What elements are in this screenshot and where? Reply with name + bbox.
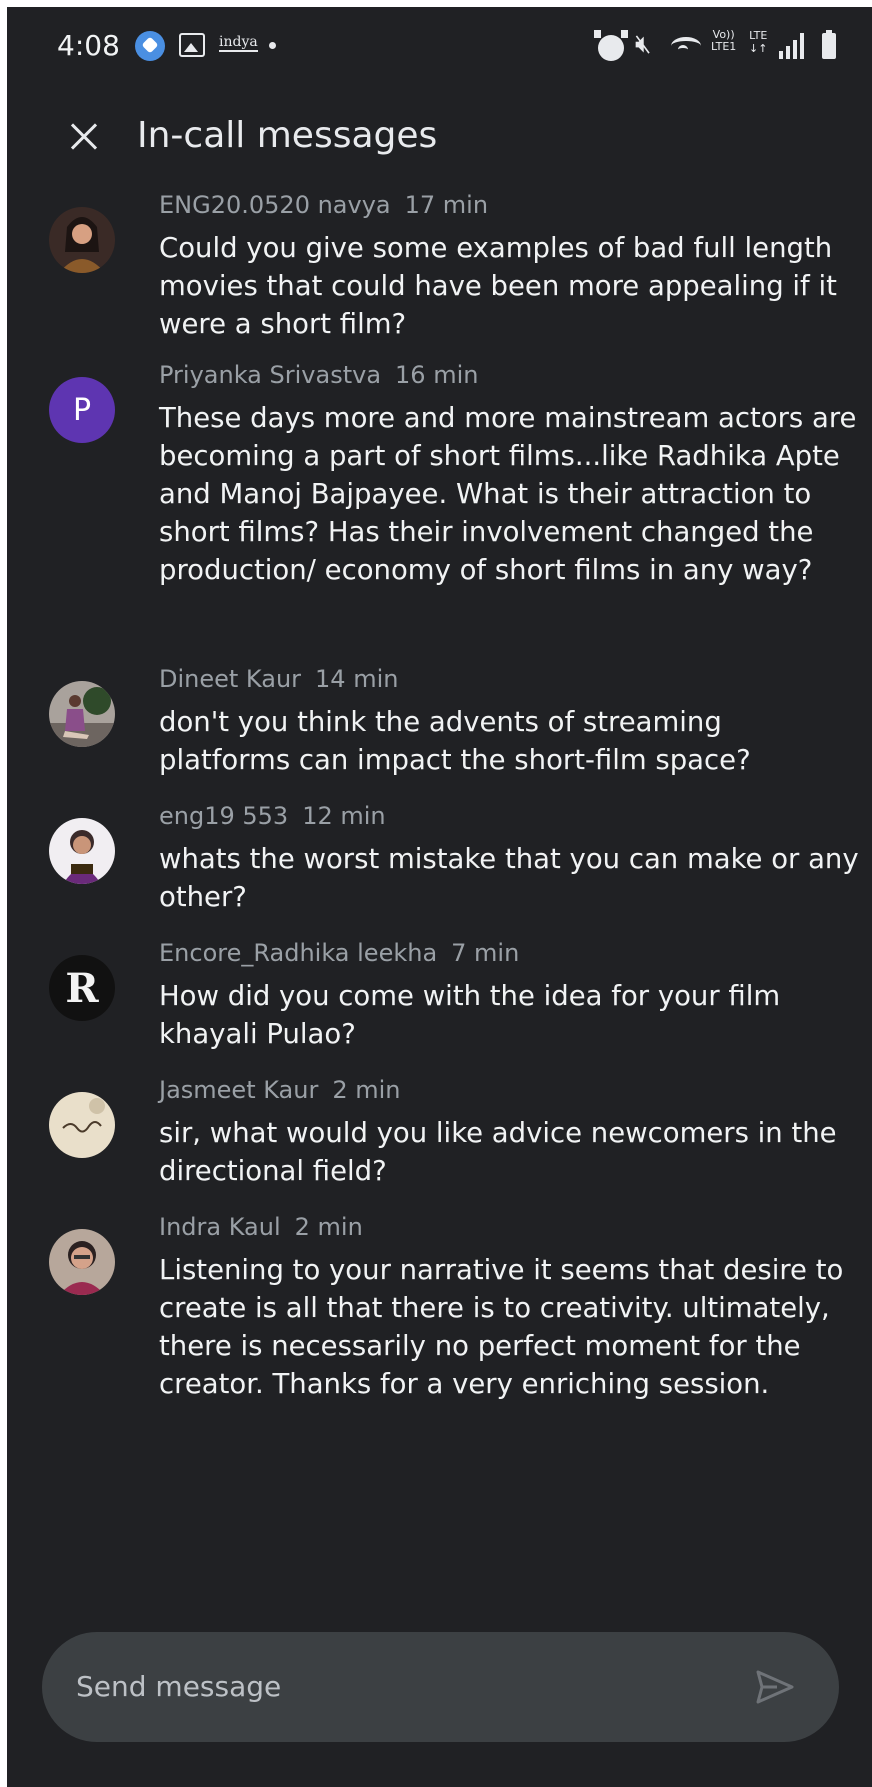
avatar: R (49, 955, 115, 1021)
message-time: 12 min (302, 802, 386, 830)
avatar (49, 681, 115, 747)
message-time: 2 min (332, 1076, 401, 1104)
message-text: How did you come with the idea for your … (159, 980, 781, 1050)
message-meta: Priyanka Srivastva 16 min (159, 361, 478, 389)
avatar (49, 1229, 115, 1295)
sender-name: Indra Kaul (159, 1213, 281, 1241)
message-text: whats the worst mistake that you can mak… (159, 843, 859, 913)
message-time: 14 min (315, 665, 399, 693)
message-composer[interactable]: Send message (42, 1632, 839, 1742)
message-list[interactable]: ENG20.0520 navya 17 min Could you give so… (7, 7, 872, 1597)
message-time: 16 min (395, 361, 479, 389)
in-call-messages-screen: 4:08 indya 🔇︎ Vo)) LTE1 LTE ↓↑ In-call m… (7, 7, 872, 1787)
message-meta: Indra Kaul 2 min (159, 1213, 363, 1241)
message-meta: eng19 553 12 min (159, 802, 386, 830)
sender-name: Jasmeet Kaur (159, 1076, 319, 1104)
sender-name: ENG20.0520 navya (159, 191, 391, 219)
avatar (49, 818, 115, 884)
avatar-initial: P (72, 392, 92, 428)
message-time: 17 min (404, 191, 489, 219)
sender-name: Dineet Kaur (159, 665, 302, 693)
message-text: Listening to your narrative it seems tha… (159, 1254, 844, 1400)
message-text: Could you give some examples of bad full… (159, 232, 837, 340)
message-time: 2 min (294, 1213, 363, 1241)
message-text: These days more and more mainstream acto… (159, 402, 857, 586)
sender-name: Encore_Radhika leekha (159, 939, 438, 967)
message-meta: ENG20.0520 navya 17 min (159, 191, 488, 219)
avatar: P (49, 377, 115, 443)
avatar (49, 207, 115, 273)
message-meta: Jasmeet Kaur 2 min (159, 1076, 401, 1104)
message-meta: Encore_Radhika leekha 7 min (159, 939, 519, 967)
message-time: 7 min (451, 939, 520, 967)
message-text: don't you think the advents of streaming… (159, 706, 751, 776)
send-icon[interactable] (755, 1669, 795, 1705)
sender-name: Priyanka Srivastva (159, 361, 382, 389)
message-input[interactable]: Send message (76, 1670, 281, 1703)
sender-name: eng19 553 (159, 802, 289, 830)
message-text: sir, what would you like advice newcomer… (159, 1117, 837, 1187)
avatar-logo-initial: R (65, 964, 99, 1012)
message-meta: Dineet Kaur 14 min (159, 665, 398, 693)
avatar (49, 1092, 115, 1158)
